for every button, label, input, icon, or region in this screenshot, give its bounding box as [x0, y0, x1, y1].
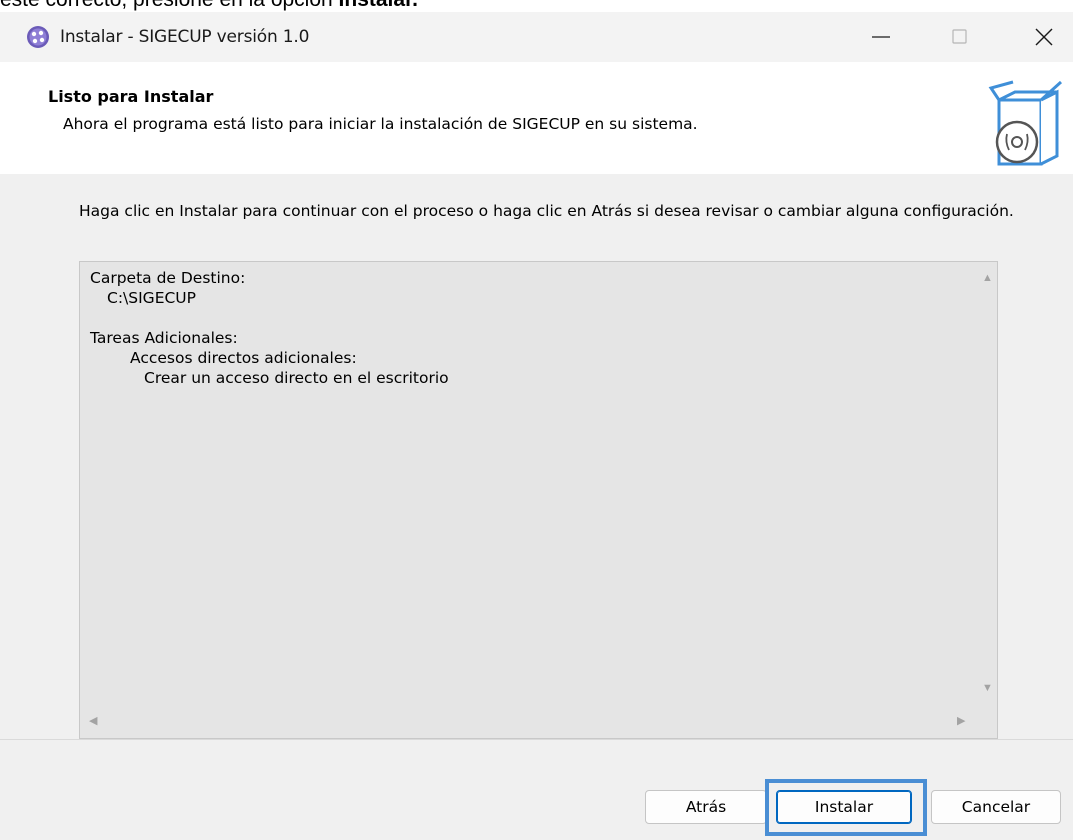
title-bar: Instalar - SIGECUP versión 1.0: [0, 12, 1073, 62]
minimize-button[interactable]: [852, 12, 912, 62]
back-button[interactable]: Atrás: [645, 790, 767, 824]
maximize-icon: [952, 29, 967, 44]
memo-destination-value: C:\SIGECUP: [107, 289, 196, 307]
cancel-button[interactable]: Cancelar: [931, 790, 1061, 824]
memo-tasks-label: Tareas Adicionales:: [90, 329, 238, 347]
wizard-body: Haga clic en Instalar para continuar con…: [0, 174, 1073, 740]
horizontal-scrollbar[interactable]: ◀ ▶: [80, 702, 977, 738]
ready-memo[interactable]: Carpeta de Destino: C:\SIGECUP Tareas Ad…: [79, 261, 998, 739]
document-caption: esté correcto, presione en la opción Ins…: [0, 0, 1073, 12]
scroll-down-icon[interactable]: ▼: [982, 682, 993, 694]
memo-task-group: Accesos directos adicionales:: [130, 349, 357, 367]
memo-task-item: Crear un acceso directo en el escritorio: [144, 369, 449, 387]
caption-bold-text: Instalar.: [339, 0, 418, 11]
close-button[interactable]: [1013, 12, 1073, 62]
memo-content: Carpeta de Destino: C:\SIGECUP Tareas Ad…: [90, 268, 449, 388]
app-icon: [27, 26, 49, 48]
page-description: Ahora el programa está listo para inicia…: [63, 115, 698, 133]
minimize-icon: [872, 36, 890, 38]
wizard-footer: Atrás Instalar Cancelar: [0, 739, 1073, 840]
vertical-scrollbar[interactable]: ▲ ▼: [977, 262, 997, 702]
memo-destination-label: Carpeta de Destino:: [90, 269, 246, 287]
page-title: Listo para Instalar: [48, 87, 214, 106]
instruction-text: Haga clic en Instalar para continuar con…: [79, 202, 1014, 220]
installer-window: Instalar - SIGECUP versión 1.0 Listo par…: [0, 12, 1073, 840]
wizard-header: Listo para Instalar Ahora el programa es…: [0, 62, 1073, 175]
window-title: Instalar - SIGECUP versión 1.0: [60, 27, 310, 47]
maximize-button[interactable]: [930, 12, 990, 62]
caption-text: esté correcto, presione en la opción: [0, 0, 339, 11]
scroll-up-icon[interactable]: ▲: [982, 272, 993, 284]
memo-spacer: [90, 308, 449, 328]
install-button[interactable]: Instalar: [776, 790, 912, 824]
install-box-icon: [988, 80, 1063, 166]
scroll-right-icon[interactable]: ▶: [957, 714, 965, 727]
scroll-left-icon[interactable]: ◀: [89, 714, 97, 727]
close-icon: [1035, 28, 1053, 46]
